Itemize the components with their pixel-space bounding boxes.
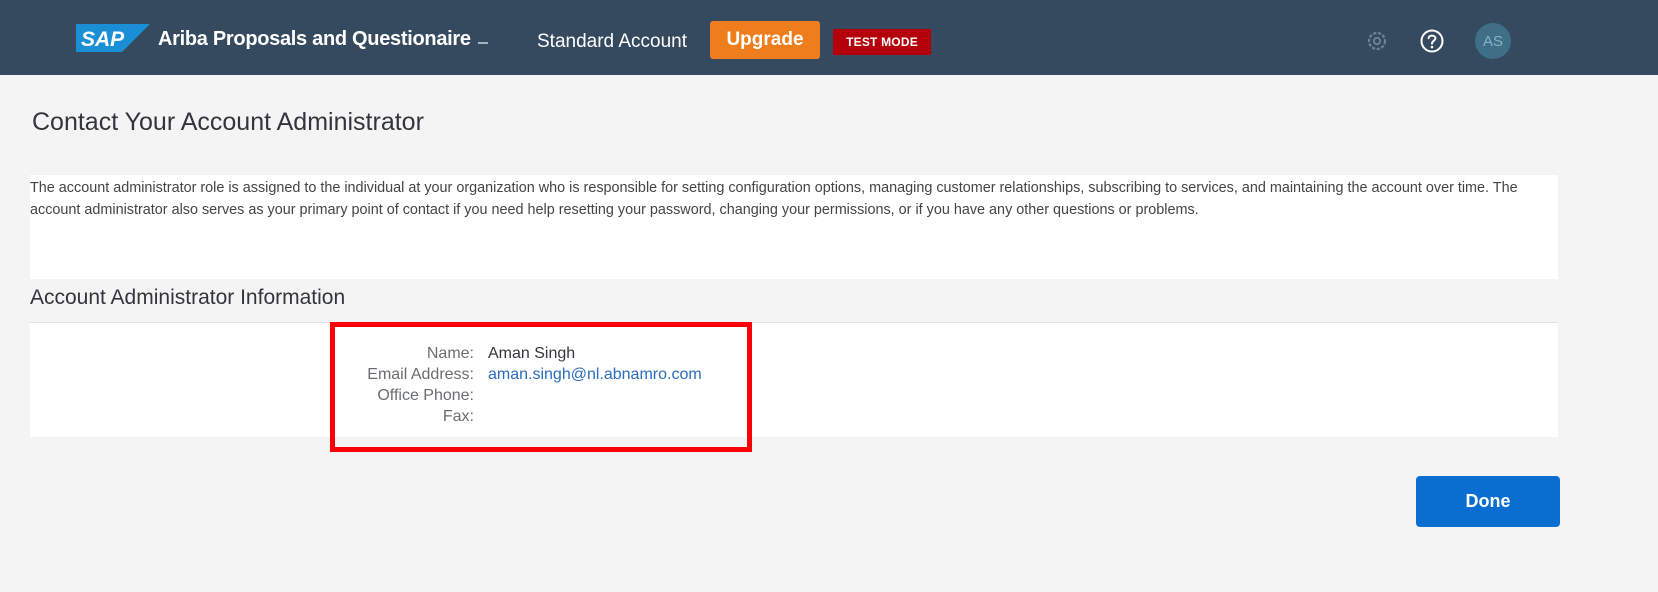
phone-row: Office Phone: [330, 385, 702, 406]
upgrade-button[interactable]: Upgrade [710, 21, 820, 59]
name-row: Name: Aman Singh [330, 343, 702, 364]
fax-label: Fax: [442, 408, 474, 425]
admin-info-panel: Name: Aman Singh Email Address: aman.sin… [30, 322, 1558, 437]
help-icon[interactable] [1417, 26, 1447, 56]
sap-logo[interactable]: SAP [76, 24, 150, 52]
email-row: Email Address: aman.singh@nl.abnamro.com [330, 364, 702, 385]
section-title: Account Administrator Information [30, 286, 346, 309]
email-label: Email Address: [367, 366, 474, 383]
name-label: Name: [426, 345, 474, 362]
description-text: The account administrator role is assign… [30, 180, 1518, 218]
avatar[interactable]: AS [1475, 23, 1511, 59]
shell-header: SAP Ariba Proposals and Questionaire Sta… [0, 0, 1658, 75]
app-title[interactable]: Ariba Proposals and Questionaire [158, 28, 471, 51]
name-value: Aman Singh [488, 345, 576, 362]
sap-logo-text: SAP [81, 28, 125, 51]
fax-row: Fax: [330, 406, 702, 427]
account-type-label: Standard Account [537, 31, 687, 52]
page-frame: SAP Ariba Proposals and Questionaire Sta… [0, 0, 1658, 592]
email-link[interactable]: aman.singh@nl.abnamro.com [488, 364, 702, 385]
done-button[interactable]: Done [1416, 476, 1560, 527]
test-mode-badge: TEST MODE [833, 29, 931, 55]
gear-icon[interactable] [1362, 26, 1392, 56]
page-title: Contact Your Account Administrator [32, 108, 424, 136]
phone-label: Office Phone: [377, 387, 474, 404]
description-panel: The account administrator role is assign… [30, 175, 1558, 309]
chevron-down-icon[interactable] [475, 34, 491, 50]
admin-info-table: Name: Aman Singh Email Address: aman.sin… [330, 343, 702, 427]
